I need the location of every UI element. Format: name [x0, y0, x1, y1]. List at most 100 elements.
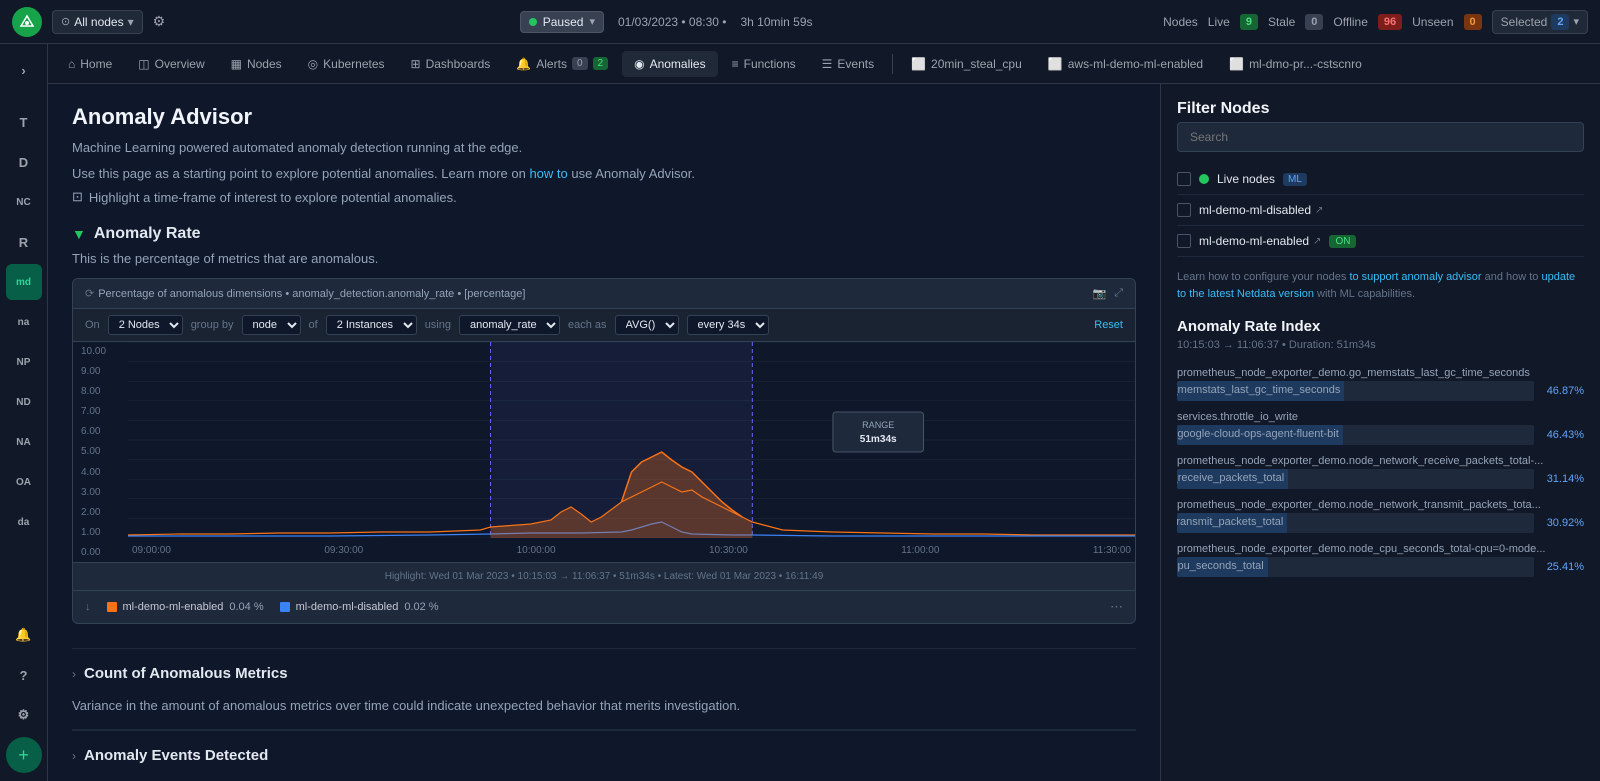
tab-events[interactable]: ☰ Events	[810, 51, 886, 77]
tab-dmo-cst[interactable]: ⬜ ml-dmo-pr...-cstscnro	[1217, 51, 1374, 77]
stale-count-badge: 0	[1305, 14, 1323, 30]
metric-item-1: prometheus_node_exporter_demo.go_memstat…	[1177, 367, 1584, 401]
help-icon[interactable]: ?	[6, 657, 42, 693]
selected-count-badge: 2	[1551, 14, 1569, 30]
selected-label: Selected	[1501, 15, 1548, 29]
instances-select[interactable]: 2 Instances	[326, 315, 417, 335]
interval-select[interactable]: every 34s	[687, 315, 769, 335]
ml-disabled-checkbox[interactable]	[1177, 203, 1191, 217]
tab-nodes[interactable]: ▦ Nodes	[219, 51, 294, 77]
sidebar-item-NA[interactable]: NA	[6, 424, 42, 460]
highlight-hint: ⊡ Highlight a time-frame of interest to …	[72, 189, 1136, 205]
user-settings-icon[interactable]: ⚙	[6, 697, 42, 733]
metric-full-name-5: prometheus_node_exporter_demo.node_cpu_s…	[1177, 543, 1584, 555]
support-link[interactable]: to support anomaly advisor	[1349, 271, 1481, 283]
chart-snapshot-icon[interactable]: 📷	[1092, 287, 1106, 300]
window-icon-ml: ⬜	[1048, 57, 1063, 71]
live-label: Live	[1208, 15, 1230, 29]
metric-item-4: prometheus_node_exporter_demo.node_netwo…	[1177, 499, 1584, 533]
using-select[interactable]: anomaly_rate	[459, 315, 560, 335]
sidebar-item-T[interactable]: T	[6, 104, 42, 140]
metric-bar-fill-1: go_memstats_last_gc_time_seconds	[1177, 381, 1344, 401]
chevron-right-icon-events: ›	[72, 749, 76, 763]
panel-note: Learn how to configure your nodes to sup…	[1177, 269, 1584, 302]
notifications-icon[interactable]: 🔔	[6, 617, 42, 653]
anomaly-events-section[interactable]: › Anomaly Events Detected	[72, 730, 1136, 780]
tab-ml-enabled[interactable]: ⬜ aws-ml-demo-ml-enabled	[1036, 51, 1215, 77]
sidebar-item-da[interactable]: da	[6, 504, 42, 540]
metric-sub-name-1: go_memstats_last_gc_time_seconds	[1177, 384, 1344, 396]
tab-steal-cpu[interactable]: ⬜ 20min_steal_cpu	[899, 51, 1034, 77]
chart-legend: ↓ ml-demo-ml-enabled 0.04 % ml-demo-ml-d…	[73, 590, 1135, 623]
tab-anomalies[interactable]: ◉ Anomalies	[622, 51, 718, 77]
page-title: Anomaly Advisor	[72, 104, 1136, 130]
how-to-link[interactable]: how to	[529, 166, 571, 181]
sidebar-item-md[interactable]: md	[6, 264, 42, 300]
metric-pct-5: 25.41%	[1542, 561, 1584, 573]
ml-enabled-link[interactable]: ml-demo-ml-enabled ↗	[1199, 234, 1321, 248]
filter-search-input[interactable]	[1177, 122, 1584, 152]
overview-icon: ◫	[138, 57, 149, 71]
datetime-display: 01/03/2023 • 08:30 •	[618, 15, 727, 29]
group-by-select[interactable]: node	[242, 315, 301, 335]
metric-item-2: services.throttle_io_write google-cloud-…	[1177, 411, 1584, 445]
sidebar-item-NP[interactable]: NP	[6, 344, 42, 380]
sidebar-item-OA[interactable]: OA	[6, 464, 42, 500]
ml-disabled-link[interactable]: ml-demo-ml-disabled ↗	[1199, 203, 1323, 217]
functions-icon: ≡	[732, 57, 739, 71]
metric-full-name-1: prometheus_node_exporter_demo.go_memstat…	[1177, 367, 1584, 379]
tab-functions[interactable]: ≡ Functions	[720, 51, 808, 77]
tab-alerts[interactable]: 🔔 Alerts 0 2	[504, 51, 620, 77]
selected-dropdown[interactable]: Selected 2 ▾	[1492, 10, 1588, 34]
metric-pct-1: 46.87%	[1542, 385, 1584, 397]
ml-badge: ML	[1283, 173, 1307, 186]
chart-more-options[interactable]: ⋯	[1110, 599, 1123, 615]
settings-button[interactable]: ⚙	[149, 9, 170, 34]
add-space-button[interactable]: +	[6, 737, 42, 773]
avg-select[interactable]: AVG()	[615, 315, 679, 335]
reset-button[interactable]: Reset	[1094, 319, 1123, 331]
duration-display: 3h 10min 59s	[740, 15, 812, 29]
node-ml-enabled-filter: ml-demo-ml-enabled ↗ ON	[1177, 226, 1584, 257]
paused-dropdown[interactable]: Paused ▾	[520, 11, 604, 33]
sidebar-item-R[interactable]: R	[6, 224, 42, 260]
metric-item-5: prometheus_node_exporter_demo.node_cpu_s…	[1177, 543, 1584, 577]
home-icon: ⌂	[68, 57, 75, 71]
anomaly-rate-desc: This is the percentage of metrics that a…	[72, 251, 1136, 266]
count-section-desc: Variance in the amount of anomalous metr…	[72, 698, 1136, 730]
nodes-select[interactable]: 2 Nodes	[108, 315, 183, 335]
tab-dashboards[interactable]: ⊞ Dashboards	[399, 51, 503, 77]
metric-bar-fill-2: google-cloud-ops-agent-fluent-bit	[1177, 425, 1343, 445]
events-section-title: Anomaly Events Detected	[84, 747, 268, 764]
ml-enabled-checkbox[interactable]	[1177, 234, 1191, 248]
events-icon: ☰	[822, 57, 833, 71]
metric-pct-2: 46.43%	[1542, 429, 1584, 441]
tab-home[interactable]: ⌂ Home	[56, 51, 124, 77]
anomaly-rate-title: Anomaly Rate	[94, 225, 201, 243]
dashboards-icon: ⊞	[411, 57, 421, 71]
sidebar-item-NC[interactable]: NC	[6, 184, 42, 220]
sidebar-item-ND[interactable]: ND	[6, 384, 42, 420]
all-nodes-dropdown[interactable]: ⊙ All nodes ▾	[52, 10, 143, 34]
metric-sub-name-3: node_network_receive_packets_total	[1177, 472, 1288, 484]
svg-text:51m34s: 51m34s	[860, 434, 897, 445]
tab-kubernetes[interactable]: ◎ Kubernetes	[296, 51, 397, 77]
sidebar-item-D[interactable]: D	[6, 144, 42, 180]
chart-expand-icon[interactable]: ⤢	[1114, 287, 1123, 300]
anomaly-rate-section-header[interactable]: ▼ Anomaly Rate	[72, 225, 1136, 243]
each-as-label: each as	[568, 319, 607, 331]
external-link-icon-disabled: ↗	[1315, 205, 1323, 216]
on-badge-enabled: ON	[1329, 235, 1356, 248]
chevron-right-icon-count: ›	[72, 667, 76, 681]
count-anomalous-section[interactable]: › Count of Anomalous Metrics	[72, 648, 1136, 698]
external-link-icon-enabled: ↗	[1313, 236, 1321, 247]
live-nodes-checkbox[interactable]	[1177, 172, 1191, 186]
sidebar-expand[interactable]: ›	[6, 52, 42, 88]
metric-bar-fill-5: node_cpu_seconds_total	[1177, 557, 1268, 577]
chart-plot-area[interactable]: RANGE 51m34s	[128, 342, 1135, 538]
chart-y-axis: 10.00 9.00 8.00 7.00 6.00 5.00 4.00 3.00…	[73, 342, 128, 562]
metric-bar-fill-4: node_network_transmit_packets_total	[1177, 513, 1287, 533]
page-description-2: Use this page as a starting point to exp…	[72, 164, 1136, 184]
tab-overview[interactable]: ◫ Overview	[126, 51, 216, 77]
sidebar-item-na[interactable]: na	[6, 304, 42, 340]
